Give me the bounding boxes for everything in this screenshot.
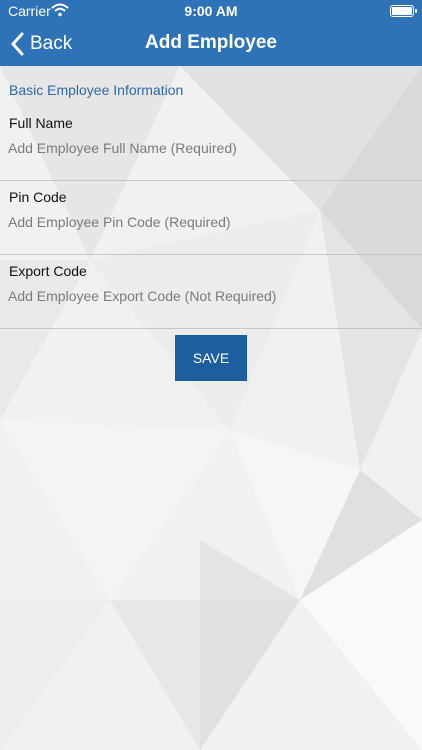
full-name-field: Full Name [0,107,422,181]
status-bar: Carrier 9:00 AM [0,0,422,22]
status-time: 9:00 AM [184,3,238,19]
pin-code-input[interactable] [8,211,408,233]
pin-code-field: Pin Code [0,181,422,255]
pin-code-label: Pin Code [9,189,67,205]
export-code-label: Export Code [9,263,87,279]
full-name-label: Full Name [9,115,73,131]
full-name-input[interactable] [8,137,408,159]
top-bar: Carrier 9:00 AM Back Add Employee [0,0,422,66]
save-button[interactable]: SAVE [175,335,247,381]
page-title: Add Employee [145,32,277,53]
export-code-field: Export Code [0,255,422,329]
section-title: Basic Employee Information [9,82,184,98]
export-code-input[interactable] [8,285,408,307]
battery-icon [390,5,417,17]
navigation-bar: Back Add Employee [0,22,422,66]
